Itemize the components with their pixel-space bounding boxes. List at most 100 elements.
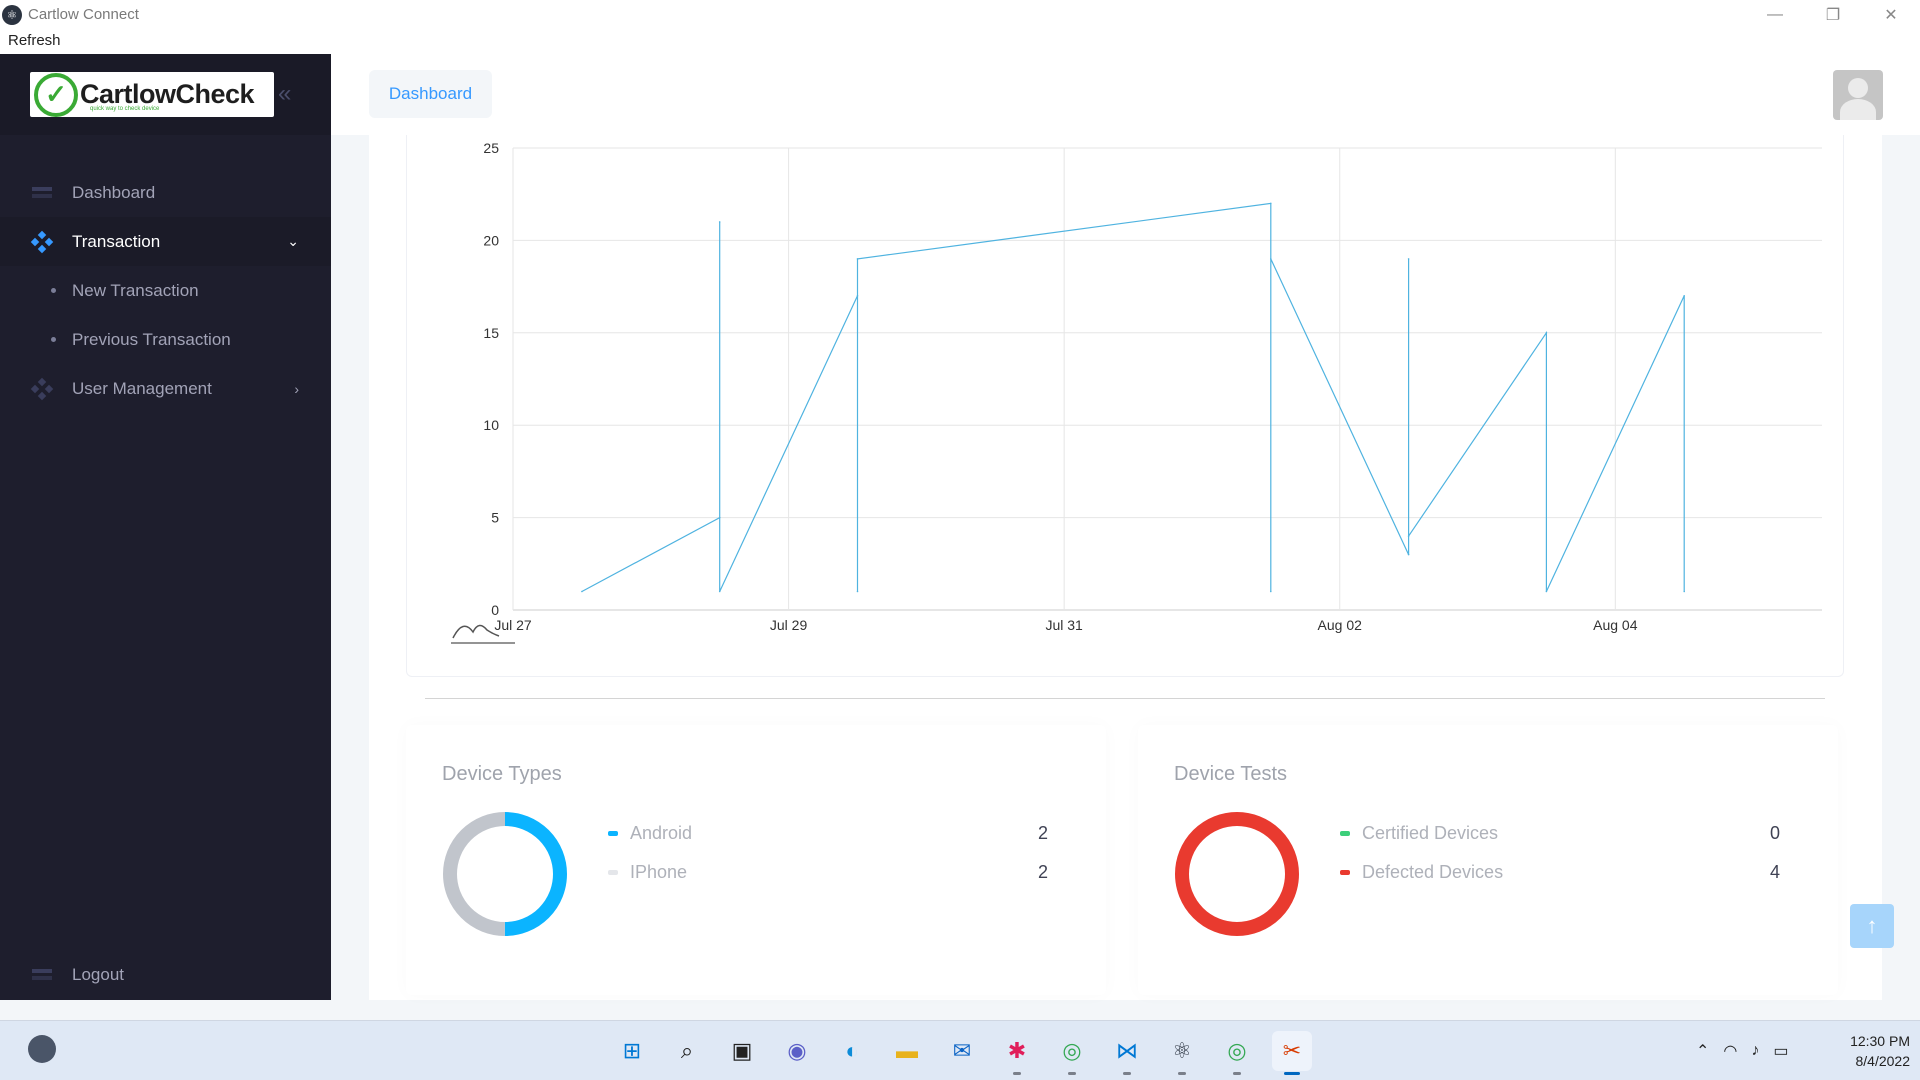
device-tests-card: Device Tests Certified Devices 0 Defecte… bbox=[1138, 725, 1838, 995]
x-tick-label: Jul 29 bbox=[770, 617, 808, 633]
brand-area: ✓ CartlowCheck quick way to check device… bbox=[0, 54, 331, 135]
chevron-up-icon[interactable]: ⌃ bbox=[1696, 1041, 1709, 1061]
sidebar-item-label: Previous Transaction bbox=[72, 329, 231, 349]
legend-swatch bbox=[608, 869, 618, 875]
refresh-menu-item[interactable]: Refresh bbox=[8, 32, 61, 49]
y-tick-label: 10 bbox=[483, 417, 499, 433]
legend-value: 0 bbox=[1769, 822, 1780, 843]
mail-icon[interactable]: ✉ bbox=[942, 1031, 982, 1071]
data-point bbox=[856, 295, 859, 297]
chrome-profile-icon[interactable]: ◎ bbox=[1217, 1031, 1257, 1075]
legend-label: IPhone bbox=[630, 861, 688, 882]
arrow-up-icon: ↑ bbox=[1866, 913, 1878, 938]
data-point bbox=[1270, 258, 1272, 260]
legend-label: Android bbox=[630, 822, 693, 843]
sidebar-item-label: User Management bbox=[72, 378, 212, 398]
data-point bbox=[1407, 553, 1410, 556]
legend-swatch bbox=[1340, 830, 1350, 836]
data-point bbox=[1545, 332, 1548, 334]
window-controls: — ❐ ✕ bbox=[1746, 0, 1920, 29]
electron-icon[interactable]: ⚛ bbox=[1162, 1031, 1202, 1075]
checkmark-logo-icon: ✓ bbox=[34, 72, 78, 117]
edge-icon[interactable]: ◐ bbox=[832, 1031, 872, 1071]
bullet-icon bbox=[51, 337, 56, 342]
y-tick-label: 25 bbox=[483, 140, 499, 156]
device-types-donut-chart bbox=[443, 812, 567, 936]
range-navigator-icon bbox=[452, 624, 500, 639]
data-point bbox=[718, 221, 721, 223]
data-point bbox=[856, 590, 859, 593]
logout-icon bbox=[32, 967, 54, 983]
x-tick-label: Aug 04 bbox=[1593, 617, 1638, 633]
sidebar-item-label: New Transaction bbox=[72, 280, 199, 300]
legend-item: Defected Devices 4 bbox=[1340, 860, 1780, 884]
volume-icon[interactable]: ♪ bbox=[1751, 1042, 1759, 1060]
y-tick-label: 5 bbox=[491, 510, 499, 526]
users-icon bbox=[30, 377, 54, 400]
sidebar: ✓ CartlowCheck quick way to check device… bbox=[0, 54, 331, 1000]
legend-value: 2 bbox=[1037, 861, 1048, 882]
logout-label: Logout bbox=[72, 964, 124, 984]
y-tick-label: 0 bbox=[491, 602, 499, 618]
taskbar: ⊞ ⌕ ▣ ◉ ◐ ▬ ✉ ✱ ◎ ⋈ ⚛ ◎ ✂ ⌃ ◠ ♪ ▭ 12:30 … bbox=[0, 1020, 1920, 1080]
legend-item: IPhone 2 bbox=[608, 860, 1048, 884]
chrome-icon[interactable]: ◎ bbox=[1052, 1031, 1092, 1075]
chat-icon[interactable]: ◉ bbox=[777, 1031, 817, 1071]
sidebar-item-logout[interactable]: Logout bbox=[0, 950, 331, 999]
card-title: Device Types bbox=[442, 763, 562, 785]
legend-value: 2 bbox=[1037, 822, 1048, 843]
weather-widget-icon[interactable] bbox=[28, 1035, 56, 1063]
start-icon[interactable]: ⊞ bbox=[612, 1031, 652, 1071]
double-chevron-left-icon[interactable]: « bbox=[278, 80, 291, 108]
battery-icon[interactable]: ▭ bbox=[1773, 1041, 1788, 1061]
data-point bbox=[718, 516, 721, 519]
sidebar-item-dashboard[interactable]: Dashboard bbox=[0, 168, 331, 217]
clock-time: 12:30 PM bbox=[1850, 1033, 1910, 1049]
main-content: 0 5 10 15 20 25 Jul 27 Jul 29 Jul 31 Aug 02 Aug 04… bbox=[369, 135, 1882, 1000]
legend-swatch bbox=[608, 830, 618, 836]
sidebar-item-new-transaction[interactable]: New Transaction bbox=[0, 266, 331, 315]
sidebar-item-label: Transaction bbox=[72, 231, 161, 251]
device-types-card: Device Types Android 2 IPhone 2 bbox=[406, 725, 1106, 995]
top-header: Dashboard bbox=[331, 54, 1920, 135]
data-point bbox=[718, 590, 721, 593]
donut-slice-defected bbox=[1175, 812, 1299, 936]
clock-date: 8/4/2022 bbox=[1855, 1053, 1911, 1069]
data-point bbox=[1683, 295, 1685, 297]
minimize-button[interactable]: — bbox=[1746, 0, 1804, 29]
file-explorer-icon[interactable]: ▬ bbox=[887, 1031, 927, 1071]
sidebar-item-user-management[interactable]: User Management › bbox=[0, 364, 331, 413]
scroll-to-top-button[interactable]: ↑ bbox=[1850, 904, 1894, 948]
close-button[interactable]: ✕ bbox=[1862, 0, 1920, 29]
legend-value: 4 bbox=[1769, 861, 1780, 882]
data-point bbox=[856, 258, 859, 260]
data-point bbox=[1270, 202, 1272, 205]
x-tick-label: Jul 31 bbox=[1045, 617, 1083, 633]
clock[interactable]: 12:30 PM 8/4/2022 bbox=[1820, 1031, 1910, 1071]
electron-atom-icon: ⚛ bbox=[2, 4, 22, 25]
search-icon[interactable]: ⌕ bbox=[667, 1031, 707, 1071]
sidebar-item-transaction[interactable]: Transaction ⌄ bbox=[0, 217, 331, 266]
x-tick-label: Jul 27 bbox=[494, 617, 532, 633]
transactions-chart-card: 0 5 10 15 20 25 Jul 27 Jul 29 Jul 31 Aug 02 Aug 04 bbox=[406, 135, 1844, 677]
wifi-icon[interactable]: ◠ bbox=[1723, 1041, 1737, 1061]
window-title: Cartlow Connect bbox=[28, 6, 139, 23]
restore-button[interactable]: ❐ bbox=[1804, 0, 1862, 29]
user-avatar-icon[interactable] bbox=[1833, 70, 1883, 120]
y-tick-label: 20 bbox=[483, 232, 499, 248]
cartlowcheck-logo[interactable]: ✓ CartlowCheck quick way to check device bbox=[30, 72, 274, 117]
menu-bar: Refresh bbox=[0, 29, 1920, 54]
vscode-icon[interactable]: ⋈ bbox=[1107, 1031, 1147, 1075]
section-divider bbox=[425, 698, 1825, 699]
card-title: Device Tests bbox=[1174, 763, 1288, 785]
slack-icon[interactable]: ✱ bbox=[997, 1031, 1037, 1075]
data-point bbox=[1545, 590, 1548, 593]
tab-dashboard[interactable]: Dashboard bbox=[369, 70, 492, 118]
sidebar-item-previous-transaction[interactable]: Previous Transaction bbox=[0, 315, 331, 364]
legend-swatch bbox=[1340, 869, 1350, 875]
transactions-line-chart: 0 5 10 15 20 25 Jul 27 Jul 29 Jul 31 Aug 02 Aug 04 bbox=[451, 140, 1822, 644]
x-tick-label: Aug 02 bbox=[1318, 617, 1363, 633]
snipping-tool-icon[interactable]: ✂ bbox=[1272, 1031, 1312, 1075]
dashboard-icon bbox=[32, 185, 54, 201]
task-view-icon[interactable]: ▣ bbox=[722, 1031, 762, 1071]
